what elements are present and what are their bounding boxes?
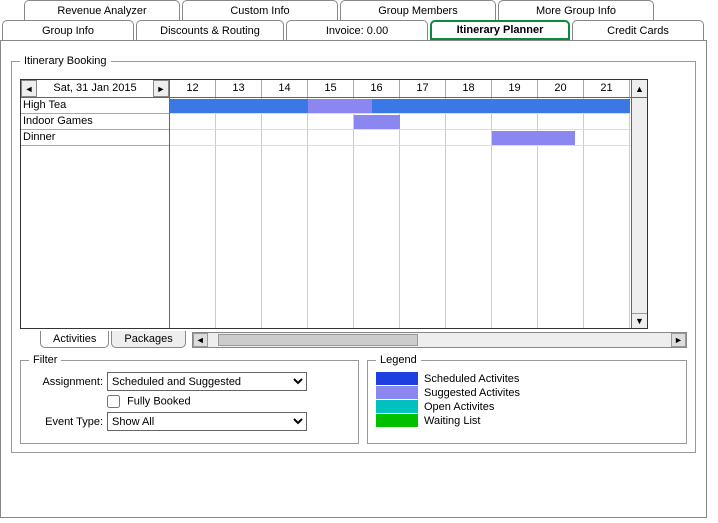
tab-custom-info[interactable]: Custom Info	[182, 0, 338, 20]
date-next-button[interactable]: ►	[153, 80, 169, 97]
suggested-bar[interactable]	[492, 131, 575, 145]
tab-discounts-routing[interactable]: Discounts & Routing	[136, 20, 284, 40]
legend-swatch	[376, 400, 418, 413]
itinerary-booking-title: Itinerary Booking	[20, 55, 111, 67]
tab-more-group-info[interactable]: More Group Info	[498, 0, 654, 20]
legend-label: Scheduled Activites	[418, 373, 678, 385]
hour-header: 18	[446, 80, 492, 97]
date-prev-button[interactable]: ◄	[21, 80, 37, 97]
suggested-bar[interactable]	[354, 115, 400, 129]
assignment-select[interactable]: Scheduled and Suggested	[107, 372, 307, 391]
hscroll-right-button[interactable]: ►	[671, 333, 686, 347]
hour-header: 12	[170, 80, 216, 97]
horizontal-scrollbar[interactable]: ◄ ►	[192, 332, 687, 348]
suggested-bar[interactable]	[308, 99, 372, 113]
hour-header: 15	[308, 80, 354, 97]
event-type-label: Event Type:	[29, 416, 107, 428]
legend-title: Legend	[376, 354, 421, 366]
assignment-label: Assignment:	[29, 376, 107, 388]
legend-label: Open Activites	[418, 401, 678, 413]
itinerary-booking-group: Itinerary Booking ◄ Sat, 31 Jan 2015 ► 1…	[11, 55, 696, 453]
legend-label: Waiting List	[418, 415, 678, 427]
hour-header: 21	[584, 80, 630, 97]
fully-booked-text: Fully Booked	[127, 395, 191, 407]
hour-header: 17	[400, 80, 446, 97]
fully-booked-checkbox-label[interactable]: Fully Booked	[107, 395, 191, 408]
content-panel: Itinerary Booking ◄ Sat, 31 Jan 2015 ► 1…	[0, 40, 707, 518]
activity-row-label[interactable]: High Tea	[21, 98, 169, 114]
hour-header: 19	[492, 80, 538, 97]
hour-header: 20	[538, 80, 584, 97]
scheduled-bar[interactable]	[170, 99, 630, 113]
hour-header: 13	[216, 80, 262, 97]
legend-swatch	[376, 372, 418, 385]
tab-credit-cards[interactable]: Credit Cards	[572, 20, 704, 40]
subtab-packages[interactable]: Packages	[111, 331, 185, 348]
legend-label: Suggested Activites	[418, 387, 678, 399]
tab-itinerary-planner[interactable]: Itinerary Planner	[430, 20, 570, 40]
tab-group-members[interactable]: Group Members	[340, 0, 496, 20]
hscroll-thumb[interactable]	[218, 334, 418, 346]
hscroll-left-button[interactable]: ◄	[193, 333, 208, 347]
legend-group: Legend Scheduled Activites Suggested Acti…	[367, 354, 687, 444]
hour-header: 16	[354, 80, 400, 97]
tab-revenue-analyzer[interactable]: Revenue Analyzer	[24, 0, 180, 20]
legend-swatch	[376, 414, 418, 427]
filter-group: Filter Assignment: Scheduled and Suggest…	[20, 354, 359, 444]
hour-header: 14	[262, 80, 308, 97]
scroll-down-button[interactable]: ▼	[632, 313, 647, 328]
gantt-chart: ◄ Sat, 31 Jan 2015 ► 1213141516171819202…	[20, 79, 648, 329]
activity-row-label[interactable]: Dinner	[21, 130, 169, 146]
subtab-activities[interactable]: Activities	[40, 331, 109, 348]
tab-group-info[interactable]: Group Info	[2, 20, 134, 40]
event-type-select[interactable]: Show All	[107, 412, 307, 431]
legend-swatch	[376, 386, 418, 399]
activity-row-label[interactable]: Indoor Games	[21, 114, 169, 130]
vertical-scrollbar[interactable]: ▼	[631, 98, 647, 328]
date-label: Sat, 31 Jan 2015	[37, 80, 153, 97]
fully-booked-checkbox[interactable]	[107, 395, 120, 408]
filter-title: Filter	[29, 354, 61, 366]
tab-invoice[interactable]: Invoice: 0.00	[286, 20, 428, 40]
scroll-up-button[interactable]: ▲	[631, 80, 647, 97]
